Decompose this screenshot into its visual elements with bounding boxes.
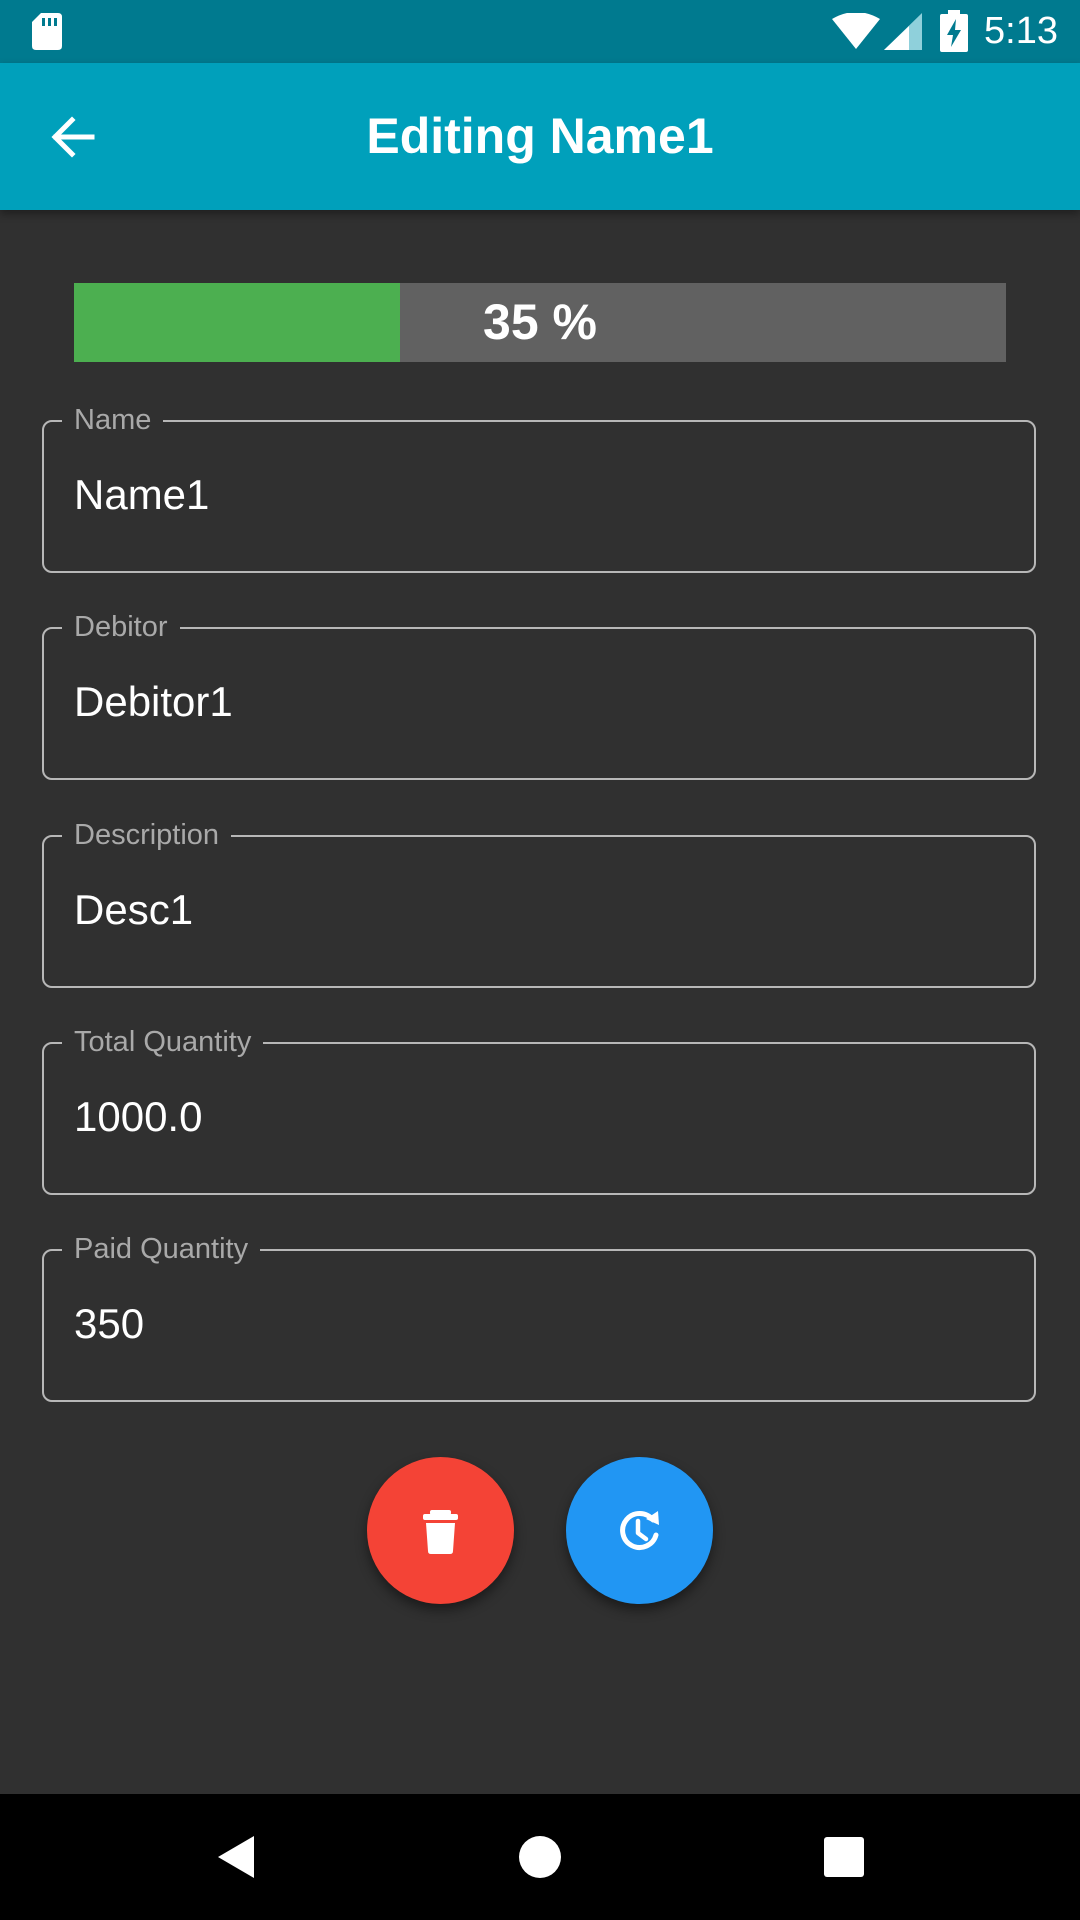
app-bar: Editing Name1 (0, 63, 1080, 210)
progress-bar: 35 % (74, 283, 1006, 362)
paid-quantity-field-value[interactable]: 350 (74, 1299, 144, 1349)
debitor-field-label: Debitor (62, 609, 180, 645)
recents-square-icon[interactable] (814, 1827, 874, 1887)
back-triangle-icon[interactable] (206, 1827, 266, 1887)
delete-button[interactable] (367, 1457, 514, 1604)
total-quantity-field[interactable]: Total Quantity 1000.0 (42, 1024, 1036, 1195)
status-bar: 5:13 (0, 0, 1080, 63)
name-field-value[interactable]: Name1 (74, 470, 209, 520)
wifi-icon (832, 13, 880, 49)
sd-card-icon (32, 13, 62, 50)
debitor-field-value[interactable]: Debitor1 (74, 677, 233, 727)
name-field[interactable]: Name Name1 (42, 402, 1036, 573)
home-circle-icon[interactable] (510, 1827, 570, 1887)
page-title: Editing Name1 (366, 108, 714, 164)
status-time: 5:13 (984, 10, 1058, 52)
cell-signal-icon (884, 13, 922, 50)
total-quantity-field-value[interactable]: 1000.0 (74, 1092, 202, 1142)
restore-button[interactable] (566, 1457, 713, 1604)
restore-clock-icon (620, 1511, 659, 1550)
paid-quantity-field[interactable]: Paid Quantity 350 (42, 1231, 1036, 1402)
total-quantity-field-label: Total Quantity (62, 1024, 264, 1060)
arrow-back-icon[interactable] (48, 113, 96, 161)
name-field-label: Name (62, 402, 164, 438)
debitor-field[interactable]: Debitor Debitor1 (42, 609, 1036, 780)
paid-quantity-field-label: Paid Quantity (62, 1231, 261, 1267)
navigation-bar (0, 1794, 1080, 1920)
description-field[interactable]: Description Desc1 (42, 817, 1036, 988)
description-field-value[interactable]: Desc1 (74, 885, 193, 935)
description-field-label: Description (62, 817, 232, 853)
battery-charging-icon (940, 10, 968, 52)
progress-label: 35 % (483, 294, 597, 350)
trash-icon (423, 1510, 458, 1554)
